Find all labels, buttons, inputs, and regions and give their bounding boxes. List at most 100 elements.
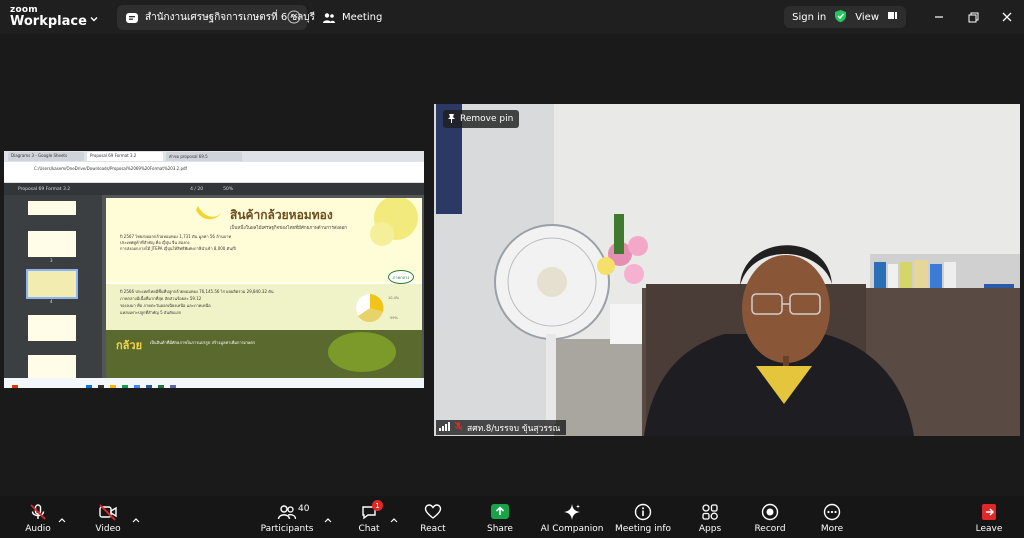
participants-count: 40: [298, 504, 310, 514]
meeting-info-button[interactable]: Meeting info: [614, 496, 672, 538]
slide-bottom-text: เป็นสินค้าที่มีศักยภาพในการแปรรูป สร้างม…: [150, 340, 255, 345]
ai-companion-button[interactable]: AI Companion: [538, 496, 606, 538]
browser-tab: Diagrams 3 - Google Sheets: [8, 152, 84, 161]
tab-meeting-room[interactable]: สำนักงานเศรษฐกิจการเกษตรที่ 6 ชลบุรี: [117, 5, 315, 30]
audio-label: Audio: [25, 524, 51, 534]
info-icon: [634, 503, 652, 521]
record-button[interactable]: Record: [752, 496, 788, 538]
participants-chevron-icon[interactable]: [324, 508, 332, 523]
meeting-info-label: Meeting info: [614, 524, 672, 534]
apps-label: Apps: [698, 524, 722, 534]
chat-label: Chat: [358, 524, 380, 534]
mic-muted-icon: [30, 504, 46, 520]
thumb-number: 4: [50, 299, 53, 304]
browser-tab-strip: Diagrams 3 - Google Sheets Proposal 69 F…: [4, 151, 424, 162]
browser-tab: Proposal 69 Format 3.2: [87, 152, 163, 161]
slide-title: สินค้ากล้วยหอมทอง: [230, 208, 333, 222]
view-layout-icon[interactable]: [887, 10, 898, 24]
slide-banana-word: กล้วย: [116, 339, 143, 352]
thumb-number: 3: [50, 258, 53, 263]
bullet: การส่งออกภายใต้ JTEPA ญี่ปุ่นให้สิทธิพิเ…: [120, 246, 236, 251]
heart-icon: [424, 504, 442, 519]
record-label: Record: [754, 524, 786, 534]
slide-bullets-top: ปี 2567 ไทยส่งออกกล้วยหอมทอง 1,731 ตัน ม…: [120, 234, 370, 252]
sign-in-button[interactable]: Sign in: [792, 12, 826, 23]
participant-nameplate: สศท.8/บรรจบ ขุ้นสุวรรณ: [436, 420, 567, 435]
shield-icon[interactable]: [834, 9, 847, 26]
tab-more-icon[interactable]: [287, 10, 301, 24]
share-label: Share: [487, 524, 513, 534]
bullet: รองลงมา คือ ภาคตะวันออกเฉียงเหนือ และภาค…: [120, 303, 211, 308]
header-controls: Sign in View: [784, 6, 906, 28]
tab-meeting[interactable]: Meeting: [318, 5, 382, 30]
chat-tab-icon: [125, 11, 139, 25]
app-menu-chevron-icon[interactable]: [88, 10, 100, 29]
more-button[interactable]: More: [816, 496, 848, 538]
participants-button[interactable]: Participants: [260, 496, 314, 538]
share-button[interactable]: Share: [484, 496, 516, 538]
pdf-page-indicator: 4 / 20: [190, 186, 204, 192]
participants-icon: [277, 505, 297, 520]
view-button[interactable]: View: [855, 12, 879, 23]
chat-badge: 1: [372, 500, 383, 511]
shared-screen[interactable]: Diagrams 3 - Google Sheets Proposal 69 F…: [4, 151, 424, 388]
page-thumbnail: [28, 231, 76, 257]
bookmarks-bar: [4, 174, 424, 183]
page-thumbnail: [28, 315, 76, 341]
browser-address-bar: C:/Users/kasem/OneDrive/Downloads/Propos…: [4, 162, 424, 174]
slide-subtitle: เป็นหนึ่งในผลไม้เศรษฐกิจของไทยที่มีศักยภ…: [230, 226, 347, 231]
pdf-page: สินค้ากล้วยหอมทอง เป็นหนึ่งในผลไม้เศรษฐก…: [106, 198, 422, 378]
camera-off-icon: [99, 504, 117, 521]
react-button[interactable]: React: [418, 496, 448, 538]
browser-tab: คำขอ proposal 69.5: [166, 152, 242, 161]
participant-video[interactable]: [434, 104, 1020, 436]
leave-label: Leave: [975, 524, 1003, 534]
leave-icon: [982, 504, 996, 520]
pie-label: 10.4%: [388, 296, 400, 300]
pdf-viewer: 3 4 สินค้ากล้วยหอมทอง เป็นหนึ่งในผลไม้เศ…: [4, 195, 424, 381]
remove-pin-label: Remove pin: [460, 114, 514, 124]
muted-mic-icon: [454, 421, 463, 434]
audio-options-chevron-icon[interactable]: [58, 508, 66, 523]
audio-button[interactable]: Audio: [22, 496, 54, 538]
page-thumbnail-selected: [26, 269, 78, 299]
minimize-button[interactable]: [922, 0, 956, 34]
restore-button[interactable]: [956, 0, 990, 34]
ai-companion-label: AI Companion: [540, 524, 604, 534]
windows-taskbar: [4, 378, 424, 388]
bullet: ปี 2566 ประเทศไทยมีพื้นที่ปลูกกล้วยหอมทอ…: [120, 289, 274, 294]
tab-label: Meeting: [342, 12, 383, 23]
share-screen-icon: [491, 504, 509, 519]
participants-label: Participants: [260, 524, 314, 534]
apps-button[interactable]: Apps: [694, 496, 726, 538]
chat-chevron-icon[interactable]: [390, 508, 398, 523]
video-options-chevron-icon[interactable]: [132, 508, 140, 523]
close-button[interactable]: [990, 0, 1024, 34]
sparkle-icon: [564, 504, 580, 520]
video-label: Video: [95, 524, 121, 534]
bullet: แหล่งเพาะปลูกที่สำคัญ 5 อันดับแรก: [120, 310, 182, 315]
pdf-toolbar: Proposal 69 Format 3.2 4 / 20 50%: [4, 183, 424, 195]
badge-central: ภาคกลาง: [388, 270, 414, 284]
pdf-thumbnails: 3 4: [4, 195, 102, 381]
react-label: React: [420, 524, 446, 534]
slide-bullets-bottom: ปี 2566 ประเทศไทยมีพื้นที่ปลูกกล้วยหอมทอ…: [120, 288, 340, 316]
leave-button[interactable]: Leave: [974, 496, 1004, 538]
participant-name: สศท.8/บรรจบ ขุ้นสุวรรณ: [467, 423, 561, 434]
meeting-toolbar: Audio Video Participants 40 Chat 1 React…: [0, 496, 1024, 538]
bullet: ภาคกลางมีเนื้อที่มากที่สุด สัดส่วนร้อยละ…: [120, 296, 202, 301]
title-bar: zoom Workplace สำนักงานเศรษฐกิจการเกษตรท…: [0, 0, 1024, 34]
page-thumbnail: [28, 201, 76, 215]
video-button[interactable]: Video: [92, 496, 124, 538]
pdf-title: Proposal 69 Format 3.2: [18, 186, 71, 192]
pin-icon: [447, 113, 456, 126]
pie-label: 59%: [390, 316, 398, 320]
pdf-zoom: 50%: [223, 186, 234, 192]
more-label: More: [820, 524, 844, 534]
signal-icon: [439, 421, 450, 434]
apps-icon: [702, 504, 718, 520]
more-icon: [823, 503, 841, 521]
record-icon: [761, 503, 779, 521]
remove-pin-button[interactable]: Remove pin: [443, 110, 520, 128]
people-icon: [322, 11, 336, 25]
